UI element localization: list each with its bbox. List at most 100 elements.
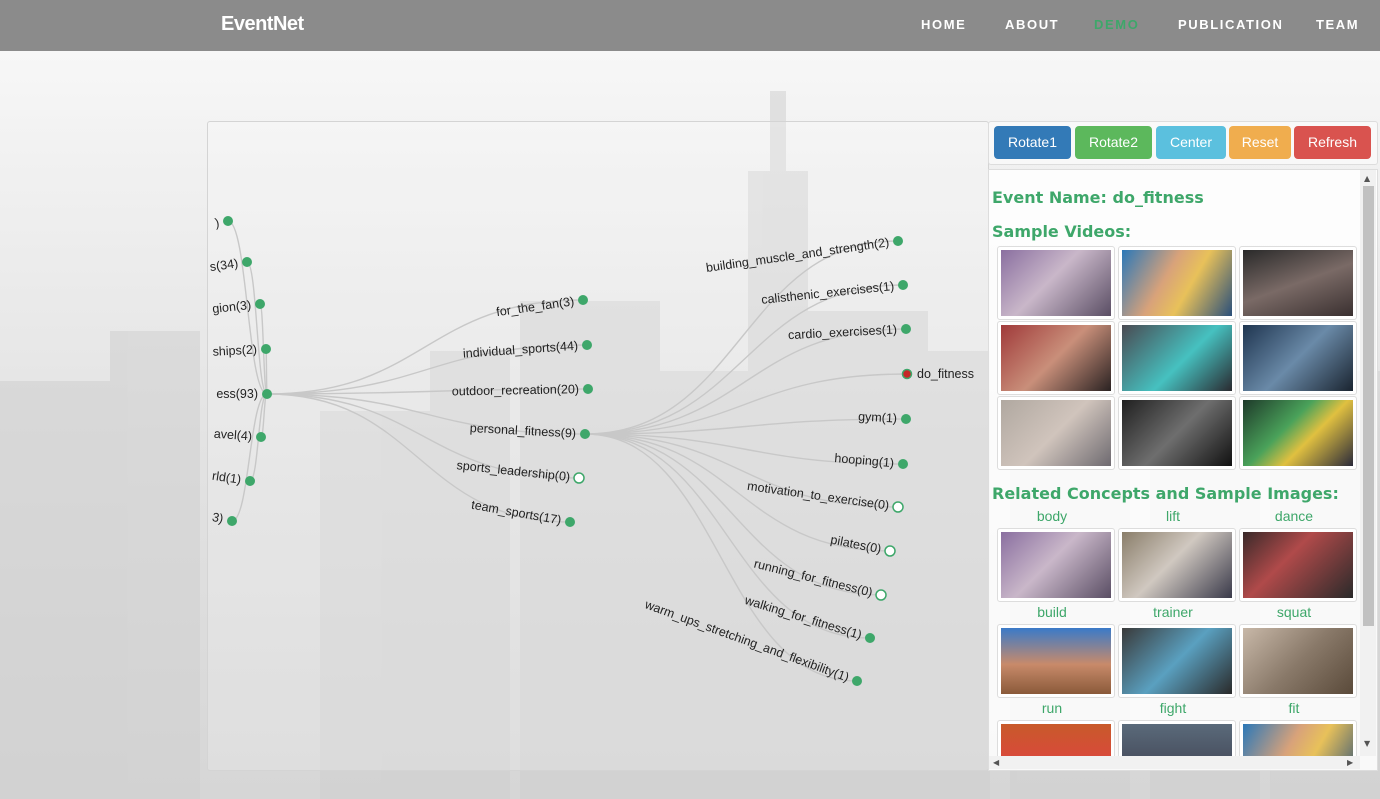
tree-node[interactable] xyxy=(582,340,592,350)
concept-image[interactable] xyxy=(1118,528,1236,602)
rotate2-button[interactable]: Rotate2 xyxy=(1075,126,1152,159)
tree-node[interactable] xyxy=(565,517,575,527)
tree-node[interactable] xyxy=(893,236,903,246)
scroll-down-icon[interactable]: ▼ xyxy=(1364,740,1370,748)
refresh-button[interactable]: Refresh xyxy=(1294,126,1371,159)
tree-node-label[interactable]: calisthenic_exercises(1) xyxy=(761,279,895,307)
rotate1-button[interactable]: Rotate1 xyxy=(994,126,1071,159)
tree-node[interactable] xyxy=(255,299,265,309)
nav-home[interactable]: HOME xyxy=(921,17,966,32)
tree-node[interactable] xyxy=(227,516,237,526)
tree-node[interactable] xyxy=(884,545,896,557)
tree-node-label[interactable]: rld(1) xyxy=(211,469,242,487)
nav-about[interactable]: ABOUT xyxy=(1005,17,1059,32)
tree-node[interactable] xyxy=(901,324,911,334)
video-thumbnail[interactable] xyxy=(1118,246,1236,320)
tree-node[interactable] xyxy=(256,432,266,442)
tree-node[interactable] xyxy=(875,589,887,601)
concept-label[interactable]: body xyxy=(993,508,1111,524)
video-thumbnail[interactable] xyxy=(997,246,1115,320)
scroll-right-icon[interactable]: ▶ xyxy=(1347,759,1353,767)
concept-image[interactable] xyxy=(1239,528,1357,602)
tree-node[interactable] xyxy=(262,389,272,399)
concept-image[interactable] xyxy=(997,528,1115,602)
brand-logo[interactable]: EventNet xyxy=(221,13,304,36)
tree-node-label[interactable]: ) xyxy=(214,216,221,231)
tree-node-label[interactable]: s(34) xyxy=(209,256,239,274)
tree-node-label[interactable]: outdoor_recreation(20) xyxy=(452,382,579,398)
tree-node-label[interactable]: motivation_to_exercise(0) xyxy=(746,479,890,513)
video-thumbnail[interactable] xyxy=(1118,321,1236,395)
tree-node[interactable] xyxy=(583,384,593,394)
nav-publication[interactable]: PUBLICATION xyxy=(1178,17,1283,32)
tree-node-label[interactable]: ess(93) xyxy=(216,387,258,401)
tree-node[interactable] xyxy=(865,633,875,643)
tree-node[interactable] xyxy=(573,472,585,484)
concept-image[interactable] xyxy=(997,624,1115,698)
tree-node-label[interactable]: sports_leadership(0) xyxy=(456,458,571,484)
tree-node-label[interactable]: hooping(1) xyxy=(834,451,895,470)
vertical-scrollbar[interactable]: ▲ ▼ xyxy=(1360,170,1376,756)
concept-label[interactable]: run xyxy=(993,700,1111,716)
concept-tree-panel[interactable]: ) s(34) gion(3) ships(2) ess(93) avel(4) rld(1… xyxy=(207,121,989,771)
tree-node[interactable] xyxy=(898,280,908,290)
video-thumbnail[interactable] xyxy=(997,321,1115,395)
video-thumbnail[interactable] xyxy=(1239,396,1357,470)
concept-image[interactable] xyxy=(997,720,1115,756)
tree-node-label[interactable]: for_the_fan(3) xyxy=(495,294,575,319)
tree-node-label[interactable]: gym(1) xyxy=(858,410,898,426)
tree-node[interactable] xyxy=(898,459,908,469)
concept-image[interactable] xyxy=(1239,720,1357,756)
tree-node-label[interactable]: ships(2) xyxy=(212,342,257,358)
tree-node[interactable] xyxy=(223,216,233,226)
horizontal-scrollbar[interactable]: ◀ ▶ xyxy=(989,756,1360,769)
concept-label[interactable]: build xyxy=(993,604,1111,620)
tree-node[interactable] xyxy=(852,676,862,686)
graph-controls: Rotate1 Rotate2 Center Reset Refresh xyxy=(988,121,1378,165)
video-thumbnail[interactable] xyxy=(997,396,1115,470)
tree-node[interactable] xyxy=(901,368,913,380)
concept-tree-graph[interactable]: ) s(34) gion(3) ships(2) ess(93) avel(4) rld(1… xyxy=(208,122,988,770)
tree-node-label[interactable]: gion(3) xyxy=(212,298,252,316)
tree-node-label[interactable]: avel(4) xyxy=(213,427,252,444)
tree-node[interactable] xyxy=(245,476,255,486)
tree-node[interactable] xyxy=(261,344,271,354)
concept-image[interactable] xyxy=(1118,624,1236,698)
concept-label[interactable]: fit xyxy=(1235,700,1353,716)
tree-node[interactable] xyxy=(901,414,911,424)
tree-node-label[interactable]: walking_for_fitness(1) xyxy=(742,593,863,642)
concept-label[interactable]: squat xyxy=(1235,604,1353,620)
scroll-up-icon[interactable]: ▲ xyxy=(1364,175,1370,183)
video-thumbnail[interactable] xyxy=(1239,246,1357,320)
concept-label[interactable]: lift xyxy=(1114,508,1232,524)
tree-node-label[interactable]: cardio_exercises(1) xyxy=(788,322,898,342)
tree-node-label[interactable]: running_for_fitness(0) xyxy=(753,557,874,600)
video-thumbnail[interactable] xyxy=(1118,396,1236,470)
tree-node-label[interactable]: 3) xyxy=(211,510,225,526)
tree-edge xyxy=(584,433,858,682)
tree-node[interactable] xyxy=(242,257,252,267)
nav-team[interactable]: TEAM xyxy=(1316,17,1359,32)
center-button[interactable]: Center xyxy=(1156,126,1226,159)
concept-image[interactable] xyxy=(1239,624,1357,698)
tree-node-label[interactable]: team_sports(17) xyxy=(470,498,562,528)
tree-node-label[interactable]: personal_fitness(9) xyxy=(469,421,576,441)
tree-node-label[interactable]: pilates(0) xyxy=(829,533,882,557)
tree-node[interactable] xyxy=(892,501,904,513)
tree-node[interactable] xyxy=(578,295,588,305)
concept-label[interactable]: trainer xyxy=(1114,604,1232,620)
tree-node-label[interactable]: building_muscle_and_strength(2) xyxy=(705,235,890,275)
video-thumbnail[interactable] xyxy=(1239,321,1357,395)
concept-image[interactable] xyxy=(1118,720,1236,756)
tree-node-label[interactable]: individual_sports(44) xyxy=(462,339,578,361)
scroll-left-icon[interactable]: ◀ xyxy=(993,759,999,767)
nav-demo[interactable]: DEMO xyxy=(1094,17,1139,32)
scrollbar-thumb[interactable] xyxy=(1363,186,1374,626)
concept-label[interactable]: fight xyxy=(1114,700,1232,716)
tree-node-label[interactable]: warm_ups_stretching_and_flexibility(1) xyxy=(642,597,851,684)
concept-label[interactable]: dance xyxy=(1235,508,1353,524)
tree-node-label[interactable]: do_fitness xyxy=(917,367,974,381)
tree-edge xyxy=(584,373,908,435)
reset-button[interactable]: Reset xyxy=(1229,126,1291,159)
tree-node[interactable] xyxy=(580,429,590,439)
